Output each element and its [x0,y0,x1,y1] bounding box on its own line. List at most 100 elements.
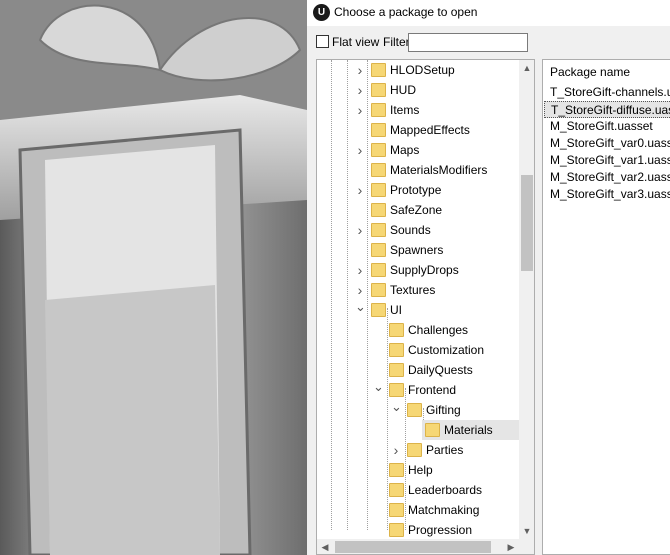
expand-chevron-icon[interactable]: › [355,80,365,100]
tree-item-matchmaking[interactable]: Matchmaking [317,500,517,520]
tree-item-spawners[interactable]: Spawners [317,240,517,260]
tree-item-label: Maps [390,143,420,157]
folder-icon [371,283,386,297]
scroll-down-icon[interactable]: ▼ [519,523,534,539]
expand-chevron-icon[interactable]: › [355,100,365,120]
package-dialog: U Choose a package to open Flat view Fil… [307,0,670,555]
tree-item-materialsmodifiers[interactable]: MaterialsModifiers [317,160,517,180]
flat-view-checkbox[interactable] [316,35,329,48]
expand-chevron-icon[interactable]: › [355,60,365,80]
gift-box-render [0,0,307,555]
column-header-package-name[interactable]: Package name [550,65,630,79]
folder-icon [371,243,386,257]
tree-item-maps[interactable]: › Maps [317,140,517,160]
package-list-item[interactable]: T_StoreGift-diffuse.uasset [544,101,670,118]
folder-icon [389,383,404,397]
tree-item-label: Parties [426,443,464,457]
tree-item-hlodsetup[interactable]: › HLODSetup [317,60,517,80]
tree-item-sounds[interactable]: › Sounds [317,220,517,240]
tree-item-label: Spawners [390,243,444,257]
tree-item-frontend[interactable]: ⌄ Frontend [317,377,517,400]
tree-item-items[interactable]: › Items [317,100,517,120]
unreal-engine-logo-icon: U [313,4,330,21]
scroll-right-icon[interactable]: ▶ [503,539,519,554]
tree-item-label: Sounds [390,223,431,237]
folder-icon [371,163,386,177]
window-title: Choose a package to open [334,5,478,19]
expand-chevron-icon[interactable]: › [355,140,365,160]
package-list-item[interactable]: T_StoreGift-channels.uasset [544,84,670,101]
folder-icon [371,263,386,277]
folder-icon [371,103,386,117]
package-list-item[interactable]: M_StoreGift_var0.uasset [544,135,670,152]
collapse-chevron-icon[interactable]: ⌄ [373,377,384,397]
tree-item-label: SafeZone [390,203,443,217]
package-list-item[interactable]: M_StoreGift.uasset [544,118,670,135]
tree-item-gifting[interactable]: ⌄ Gifting [317,397,517,420]
folder-icon [425,423,440,437]
collapse-chevron-icon[interactable]: ⌄ [355,297,366,317]
collapse-chevron-icon[interactable]: ⌄ [391,397,402,417]
flat-view-label[interactable]: Flat view [332,35,379,49]
folder-icon [389,483,404,497]
viewport-background [0,0,307,555]
tree-item-progression[interactable]: Progression [317,520,517,540]
tree-item-label: Challenges [408,323,469,337]
folder-icon [389,523,404,537]
tree-item-challenges[interactable]: Challenges [317,320,517,340]
tree-item-label: Materials [442,420,495,440]
tree-item-leaderboards[interactable]: Leaderboards [317,480,517,500]
tree-item-ui[interactable]: ⌄ UI [317,297,517,320]
tree-item-label: Help [408,463,433,477]
scroll-up-icon[interactable]: ▲ [519,60,534,76]
tree-item-hud[interactable]: › HUD [317,80,517,100]
expand-chevron-icon[interactable]: › [355,180,365,200]
folder-icon [389,503,404,517]
tree-item-prototype[interactable]: › Prototype [317,180,517,200]
tree-item-label: Prototype [390,183,442,197]
tree-item-label: MappedEffects [390,123,470,137]
tree-item-safezone[interactable]: SafeZone [317,200,517,220]
scroll-thumb[interactable] [335,541,491,553]
folder-icon [371,143,386,157]
scrollbar-corner [519,539,534,554]
filter-input[interactable] [408,33,528,52]
package-list-item[interactable]: M_StoreGift_var3.uasset [544,186,670,203]
folder-icon [389,363,404,377]
expand-chevron-icon[interactable]: › [391,440,401,460]
tree-item-dailyquests[interactable]: DailyQuests [317,360,517,380]
package-list-item[interactable]: M_StoreGift_var2.uasset [544,169,670,186]
tree-item-label: MaterialsModifiers [390,163,488,177]
tree-item-customization[interactable]: Customization [317,340,517,360]
folder-icon [371,223,386,237]
tree-item-label: Leaderboards [408,483,483,497]
folder-icon [371,203,386,217]
expand-chevron-icon[interactable]: › [355,220,365,240]
scroll-thumb[interactable] [521,175,533,271]
tree-item-materials[interactable]: Materials [317,420,519,440]
tree-item-label: Matchmaking [408,503,480,517]
folder-icon [371,123,386,137]
tree-item-parties[interactable]: › Parties [317,440,517,460]
folder-icon [389,343,404,357]
tree-item-mappedeffects[interactable]: MappedEffects [317,120,517,140]
package-list-item[interactable]: M_StoreGift_var1.uasset [544,152,670,169]
tree-item-label: HLODSetup [390,63,455,77]
folder-icon [371,63,386,77]
tree-item-label: Items [390,103,420,117]
tree-item-label: Textures [390,283,436,297]
tree-horizontal-scrollbar[interactable]: ◀ ▶ [317,539,519,554]
tree-item-label: HUD [390,83,416,97]
title-bar[interactable]: U Choose a package to open [307,0,670,26]
folder-icon [407,403,422,417]
expand-chevron-icon[interactable]: › [355,260,365,280]
tree-item-label: Progression [408,523,473,537]
folder-icon [371,83,386,97]
scroll-left-icon[interactable]: ◀ [317,539,333,554]
tree-item-supplydrops[interactable]: › SupplyDrops [317,260,517,280]
tree-item-textures[interactable]: › Textures [317,280,517,300]
tree-item-help[interactable]: Help [317,460,517,480]
folder-icon [371,303,386,317]
tree-vertical-scrollbar[interactable]: ▲ ▼ [519,60,534,539]
tree-item-label: Frontend [408,383,457,397]
